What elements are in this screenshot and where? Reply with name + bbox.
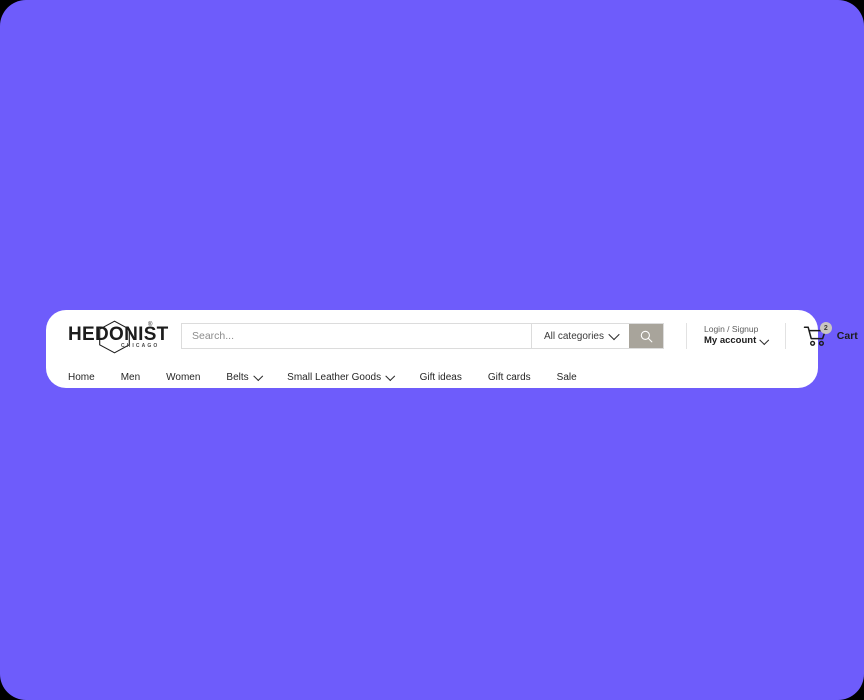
nav-item-men[interactable]: Men	[121, 372, 140, 383]
nav-item-small-leather-goods[interactable]: Small Leather Goods	[287, 370, 395, 383]
site-logo[interactable]: HEDONIST ® CHICAGO	[64, 316, 168, 356]
header-divider-2	[784, 323, 786, 349]
my-account-row: My account	[704, 335, 770, 348]
nav-item-label: Gift ideas	[419, 371, 462, 383]
nav-item-women[interactable]: Women	[166, 372, 200, 383]
cart-button[interactable]: 2 Cart	[803, 322, 858, 347]
nav-item-belts[interactable]: Belts	[226, 370, 263, 383]
category-select-label: All categories	[543, 330, 604, 342]
header-top-row: HEDONIST ® CHICAGO All categories	[46, 310, 858, 362]
main-navigation: Home Men Women Belts Small Leather Goods…	[68, 366, 798, 388]
category-select[interactable]: All categories	[530, 324, 629, 348]
logo-tagline: CHICAGO	[121, 343, 160, 349]
search-input[interactable]	[182, 324, 531, 348]
nav-item-sale[interactable]: Sale	[557, 372, 577, 383]
cart-count-badge: 2	[819, 322, 832, 334]
account-menu[interactable]: Login / Signup My account	[704, 323, 770, 348]
search-icon	[640, 330, 652, 342]
header-divider-1	[686, 323, 687, 349]
chevron-down-icon	[608, 328, 620, 341]
page-canvas: HEDONIST ® CHICAGO All categories	[0, 0, 864, 700]
cart-label: Cart	[836, 330, 858, 342]
site-header-card: HEDONIST ® CHICAGO All categories	[46, 310, 858, 388]
nav-item-label: Home	[68, 371, 95, 383]
cart-icon-wrap: 2	[803, 322, 832, 347]
logo-wordmark: HEDONIST	[68, 324, 169, 345]
nav-item-label: Sale	[556, 371, 577, 383]
nav-item-label: Gift cards	[487, 371, 531, 383]
chevron-down-icon	[253, 370, 263, 381]
nav-item-label: Small Leather Goods	[287, 371, 382, 383]
chevron-down-icon	[759, 335, 770, 345]
nav-item-gift-ideas[interactable]: Gift ideas	[420, 372, 462, 383]
nav-item-gift-cards[interactable]: Gift cards	[488, 372, 531, 383]
login-signup-label: Login / Signup	[704, 323, 759, 334]
search-submit-button[interactable]	[629, 324, 663, 348]
my-account-label: My account	[704, 335, 757, 347]
nav-item-home[interactable]: Home	[68, 372, 95, 383]
nav-item-label: Belts	[226, 371, 249, 383]
chevron-down-icon	[385, 370, 395, 381]
search-bar: All categories	[181, 323, 664, 349]
nav-item-label: Women	[166, 371, 201, 383]
logo-registered-mark: ®	[148, 322, 153, 328]
nav-item-label: Men	[120, 371, 141, 383]
